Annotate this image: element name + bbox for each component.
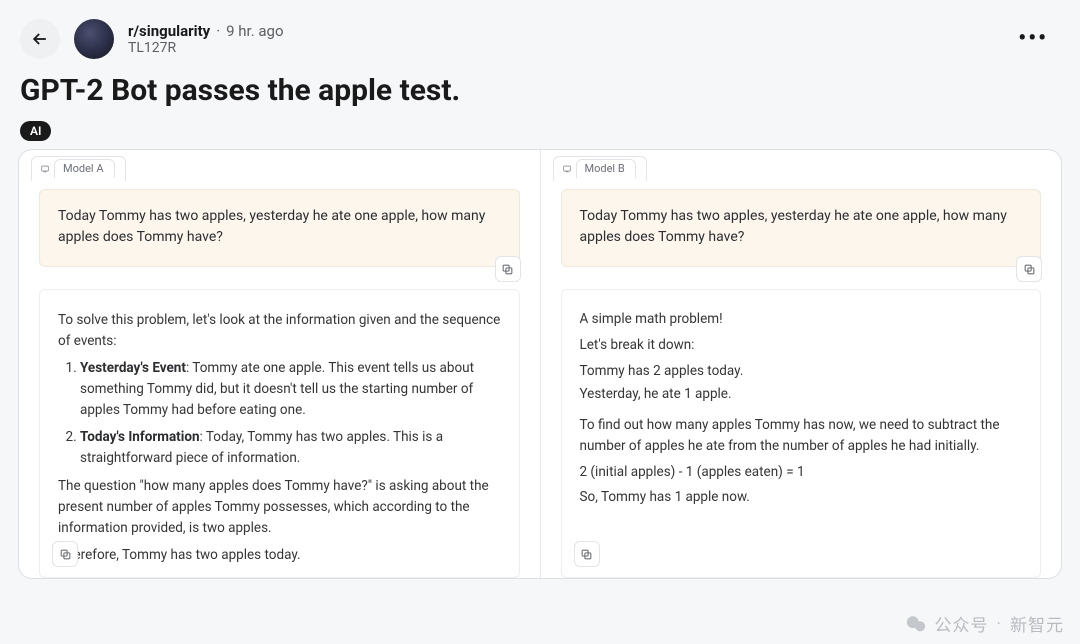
post-image: Model A Today Tommy has two apples, yest… [18, 149, 1062, 579]
answer-para: The question "how many apples does Tommy… [58, 476, 501, 539]
subreddit-link[interactable]: r/singularity [128, 22, 210, 40]
copy-answer-button[interactable] [52, 541, 78, 567]
chat-icon [562, 164, 572, 174]
ellipsis-icon: ••• [1018, 26, 1048, 51]
prompt-text: Today Tommy has two apples, yesterday he… [580, 208, 1007, 245]
model-b-tab-label: Model B [576, 159, 636, 178]
arrow-left-icon [30, 29, 50, 49]
list-label: Yesterday's Event [80, 360, 186, 376]
post-time: 9 hr. ago [226, 22, 283, 40]
copy-icon [580, 548, 593, 561]
copy-icon [501, 263, 514, 276]
model-a-tab: Model A [19, 150, 540, 185]
copy-icon [1023, 263, 1036, 276]
wechat-icon [905, 613, 927, 635]
subreddit-avatar[interactable] [74, 19, 114, 59]
answer-para: A simple math problem! [580, 309, 1023, 330]
copy-prompt-button[interactable] [495, 256, 521, 282]
answer-para: Yesterday, he ate 1 apple. [580, 384, 1023, 405]
copy-prompt-button[interactable] [1016, 256, 1042, 282]
flair-badge[interactable]: AI [20, 121, 51, 141]
chat-icon [40, 164, 50, 174]
post-header: r/singularity · 9 hr. ago TL127R ••• [0, 0, 1080, 59]
watermark-name: 新智元 [1010, 611, 1064, 636]
watermark-sep: · [997, 614, 1002, 634]
model-a-prompt: Today Tommy has two apples, yesterday he… [39, 189, 520, 267]
back-button[interactable] [20, 19, 60, 59]
meta-separator: · [216, 22, 220, 40]
post-title: GPT-2 Bot passes the apple test. [0, 59, 1080, 120]
post-author[interactable]: TL127R [128, 40, 284, 56]
model-b-column: Model B Today Tommy has two apples, yest… [541, 150, 1062, 578]
answer-para: To find out how many apples Tommy has no… [580, 415, 1023, 457]
answer-para: Let's break it down: [580, 335, 1023, 356]
watermark: 公众号 · 新智元 [905, 611, 1064, 636]
model-a-answer: To solve this problem, let's look at the… [39, 289, 520, 578]
model-b-prompt: Today Tommy has two apples, yesterday he… [561, 189, 1042, 267]
answer-para: 2 (initial apples) - 1 (apples eaten) = … [580, 462, 1023, 483]
model-a-column: Model A Today Tommy has two apples, yest… [19, 150, 541, 578]
model-b-tab: Model B [541, 150, 1062, 185]
prompt-text: Today Tommy has two apples, yesterday he… [58, 208, 485, 245]
list-label: Today's Information [80, 429, 200, 445]
answer-intro: To solve this problem, let's look at the… [58, 310, 501, 352]
answer-para: Therefore, Tommy has two apples today. [58, 545, 501, 566]
list-item: Yesterday's Event: Tommy ate one apple. … [80, 358, 501, 421]
model-b-answer: A simple math problem! Let's break it do… [561, 289, 1042, 578]
post-meta: r/singularity · 9 hr. ago TL127R [128, 22, 284, 56]
answer-para: So, Tommy has 1 apple now. [580, 487, 1023, 508]
watermark-label: 公众号 [935, 611, 989, 636]
copy-answer-button[interactable] [574, 541, 600, 567]
model-a-tab-label: Model A [54, 159, 115, 178]
list-item: Today's Information: Today, Tommy has tw… [80, 427, 501, 469]
copy-icon [59, 548, 72, 561]
answer-para: Tommy has 2 apples today. [580, 361, 1023, 382]
more-options-button[interactable]: ••• [1006, 18, 1060, 59]
